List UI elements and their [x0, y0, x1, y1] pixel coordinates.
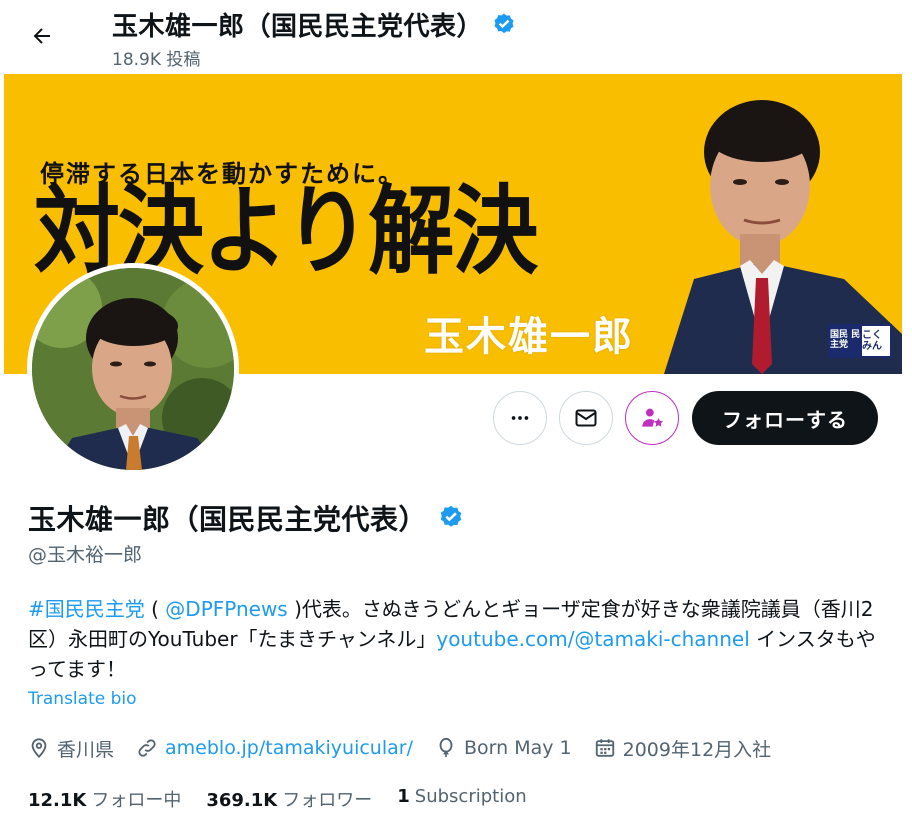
subscriptions-count: 1 — [397, 786, 410, 807]
back-button[interactable] — [22, 16, 62, 56]
profile-handle: @玉木裕一郎 — [28, 544, 143, 566]
calendar-icon — [595, 739, 614, 757]
avatar-portrait-image — [32, 268, 234, 470]
following-label: フォロー中 — [91, 790, 182, 811]
followers-count: 369.1K — [206, 790, 278, 811]
subscribe-star-person-icon — [642, 408, 664, 427]
subscriptions-label: Subscription — [414, 786, 527, 807]
posts-count: 18.9K 投稿 — [112, 50, 201, 70]
profile-stats: 12.1K フォロー中 369.1K フォロワー 1 Subscription — [28, 786, 552, 812]
balloon-icon — [439, 737, 453, 758]
profile-avatar[interactable] — [27, 263, 239, 475]
verified-badge-icon[interactable] — [437, 504, 465, 532]
profile-meta-row: 香川県 ameblo.jp/tamakiyuicular/ Born May 1… — [28, 732, 793, 764]
party-logo-right: こく みん — [862, 330, 882, 352]
more-dots-icon — [511, 416, 529, 420]
profile-bio: #国民民主党 ( @DPFPnews )代表。さぬきうどんとギョーザ定食が好きな… — [28, 594, 878, 684]
translate-bio-link[interactable]: Translate bio — [28, 689, 137, 709]
bio-hashtag-link[interactable]: #国民民主党 — [28, 597, 145, 621]
subscriptions-stat[interactable]: 1 Subscription — [397, 786, 526, 812]
joined-item: 2009年12月入社 — [594, 735, 772, 762]
header-title: 玉木雄一郎（国民民主党代表） — [112, 6, 517, 43]
banner-name: 玉木雄一郎 — [424, 314, 634, 360]
more-options-button[interactable] — [493, 391, 547, 445]
location-item: 香川県 — [28, 735, 114, 762]
mail-icon — [575, 409, 597, 427]
back-arrow-icon — [33, 28, 50, 44]
bio-mention-link[interactable]: @DPFPnews — [165, 597, 287, 621]
joined-text: 2009年12月入社 — [622, 738, 772, 761]
location-text: 香川県 — [57, 738, 115, 761]
following-count: 12.1K — [28, 790, 87, 811]
bio-text: ( — [144, 597, 166, 621]
profile-name-row: 玉木雄一郎（国民民主党代表） — [28, 498, 465, 538]
followers-stat[interactable]: 369.1K フォロワー — [206, 786, 372, 812]
following-stat[interactable]: 12.1K フォロー中 — [28, 786, 181, 812]
followers-label: フォロワー — [282, 790, 373, 811]
follow-button[interactable]: フォローする — [692, 391, 878, 445]
profile-display-name: 玉木雄一郎（国民民主党代表） — [28, 503, 428, 536]
party-logo: 国民 民主党 こく みん — [828, 324, 892, 358]
website-item[interactable]: ameblo.jp/tamakiyuicular/ — [136, 737, 413, 759]
website-link[interactable]: ameblo.jp/tamakiyuicular/ — [165, 737, 413, 759]
link-icon — [138, 739, 156, 757]
bio-url-link[interactable]: youtube.com/@tamaki-channel — [436, 627, 749, 651]
birthday-text: Born May 1 — [463, 737, 572, 759]
header-display-name: 玉木雄一郎（国民民主党代表） — [112, 12, 484, 42]
top-bar: 玉木雄一郎（国民民主党代表） 18.9K 投稿 — [0, 0, 912, 72]
verified-badge-icon — [494, 13, 514, 33]
party-logo-left: 国民 民主党 — [830, 326, 862, 356]
message-button[interactable] — [559, 391, 613, 445]
location-pin-icon — [31, 738, 47, 759]
birthday-item: Born May 1 — [435, 737, 572, 759]
subscribe-button[interactable] — [625, 391, 679, 445]
